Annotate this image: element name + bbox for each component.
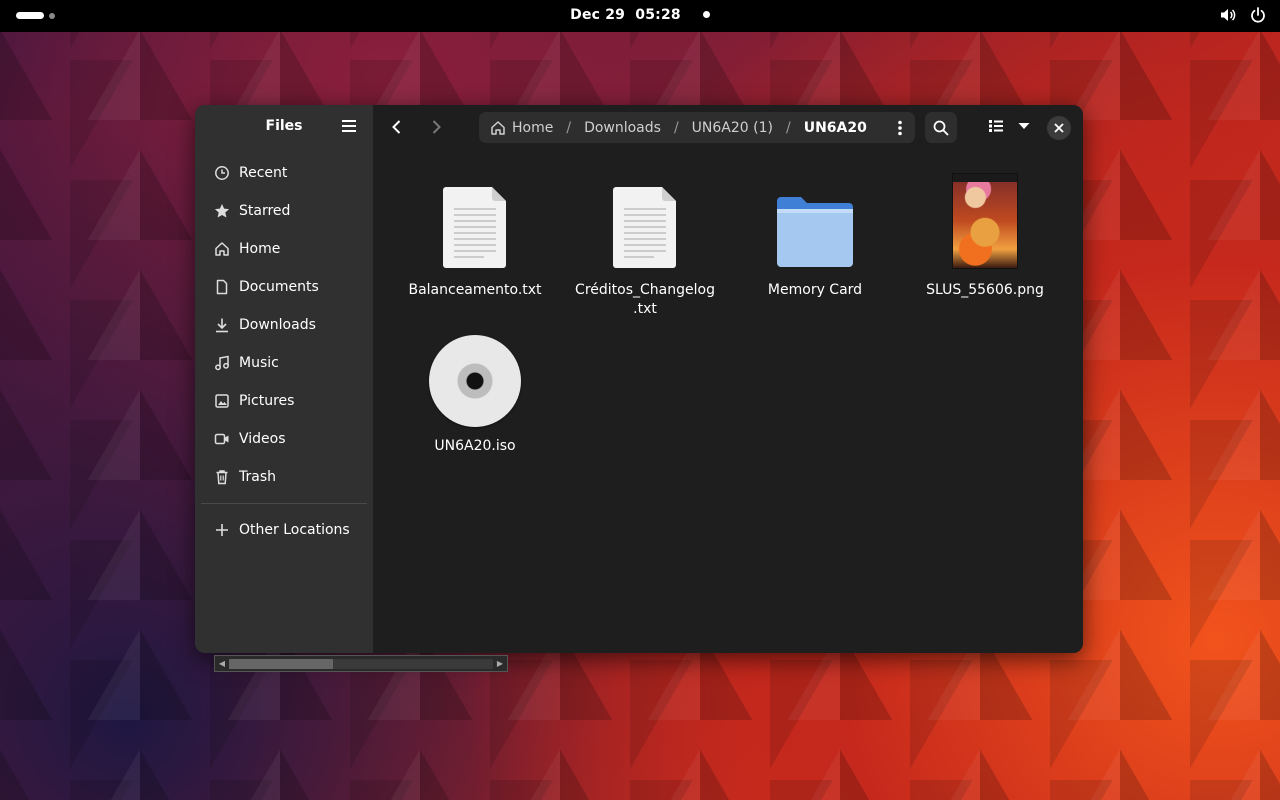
view-list-button[interactable] bbox=[987, 117, 1005, 139]
scroll-right-icon[interactable]: ▶ bbox=[495, 659, 505, 669]
sidebar-item-documents[interactable]: Documents bbox=[195, 268, 373, 306]
search-button[interactable] bbox=[925, 112, 957, 143]
volume-icon bbox=[1221, 9, 1236, 21]
file-name: Memory Card bbox=[767, 282, 863, 298]
notification-dot bbox=[702, 10, 710, 18]
crumb-separator: / bbox=[673, 119, 679, 136]
file-name-line1: Créditos_Changelog bbox=[575, 282, 715, 298]
file-item[interactable]: SLUS_55606.png bbox=[910, 169, 1060, 300]
crumb-label: UN6A20 bbox=[803, 119, 867, 136]
sidebar-item-label: Other Locations bbox=[239, 522, 350, 538]
main-menu-button[interactable] bbox=[340, 118, 360, 136]
back-button[interactable] bbox=[387, 117, 407, 137]
crumb-un6a20-1[interactable]: UN6A20 (1) bbox=[692, 120, 773, 136]
chevron-down-icon bbox=[1018, 123, 1030, 129]
star-icon bbox=[214, 204, 230, 218]
sidebar-item-label: Videos bbox=[239, 431, 286, 447]
header-bar: Home / Downloads / UN6A20 (1) / UN6A20 bbox=[373, 105, 1083, 149]
folder-menu-button[interactable] bbox=[897, 120, 903, 140]
top-bar: Dec 29 05:28 bbox=[0, 0, 1280, 32]
crumb-downloads[interactable]: Downloads bbox=[584, 120, 661, 136]
chevron-right-icon bbox=[432, 120, 441, 134]
crumb-label: UN6A20 (1) bbox=[691, 119, 773, 136]
sidebar-item-label: Pictures bbox=[239, 393, 295, 409]
plus-icon bbox=[216, 524, 228, 536]
sidebar-item-home[interactable]: Home bbox=[195, 230, 373, 268]
sidebar-item-label: Downloads bbox=[239, 317, 316, 333]
system-tray[interactable] bbox=[1220, 7, 1266, 23]
folder-icon bbox=[777, 197, 853, 267]
search-icon bbox=[933, 120, 949, 136]
file-name: Balanceamento.txt bbox=[408, 282, 542, 298]
home-icon bbox=[215, 242, 229, 256]
home-icon bbox=[491, 120, 505, 135]
sidebar-item-label: Music bbox=[239, 355, 279, 371]
file-name-line2: .txt bbox=[633, 301, 657, 317]
sidebar-item-pictures[interactable]: Pictures bbox=[195, 382, 373, 420]
clock-text: Dec 29 05:28 bbox=[570, 7, 681, 23]
download-icon bbox=[216, 318, 228, 333]
sidebar-item-trash[interactable]: Trash bbox=[195, 458, 373, 496]
sidebar-header: Files bbox=[195, 105, 373, 149]
image-thumbnail bbox=[952, 173, 1018, 269]
sidebar-item-label: Home bbox=[239, 241, 281, 257]
main-content: Home / Downloads / UN6A20 (1) / UN6A20 B… bbox=[373, 105, 1083, 653]
file-item[interactable]: Balanceamento.txt bbox=[400, 169, 550, 300]
files-window: Files Recent Starred Home Documents Down… bbox=[195, 105, 1083, 653]
sidebar-item-label: Starred bbox=[239, 203, 291, 219]
text-file-icon bbox=[443, 187, 506, 268]
file-name: UN6A20.iso bbox=[434, 438, 516, 454]
view-options-dropdown[interactable] bbox=[1017, 119, 1031, 137]
disc-image-icon bbox=[429, 335, 521, 427]
scrollbar-thumb[interactable] bbox=[229, 659, 333, 669]
clock-icon bbox=[215, 166, 229, 180]
sidebar-item-videos[interactable]: Videos bbox=[195, 420, 373, 458]
trash-icon bbox=[216, 470, 228, 485]
sidebar-separator bbox=[201, 503, 367, 504]
crumb-label: Downloads bbox=[584, 119, 661, 136]
text-file-icon bbox=[613, 187, 676, 268]
horizontal-scrollbar[interactable]: ◀ ▶ bbox=[214, 655, 508, 672]
file-grid: Balanceamento.txt Créditos_Changelog .tx… bbox=[373, 149, 1083, 653]
sidebar-item-label: Trash bbox=[239, 469, 276, 485]
folder-item[interactable]: Memory Card bbox=[740, 169, 890, 300]
forward-button[interactable] bbox=[426, 117, 446, 137]
power-icon bbox=[1251, 7, 1265, 23]
sidebar-item-other-locations[interactable]: Other Locations bbox=[195, 511, 373, 549]
crumb-un6a20[interactable]: UN6A20 bbox=[804, 120, 867, 136]
close-button[interactable] bbox=[1047, 116, 1071, 140]
close-icon bbox=[1054, 123, 1064, 133]
video-icon bbox=[214, 433, 229, 445]
list-view-icon bbox=[989, 120, 1003, 132]
clock[interactable]: Dec 29 05:28 bbox=[0, 7, 1280, 23]
sidebar-item-music[interactable]: Music bbox=[195, 344, 373, 382]
hamburger-icon bbox=[342, 120, 356, 132]
document-icon bbox=[216, 279, 228, 295]
crumb-home[interactable]: Home bbox=[490, 120, 553, 136]
crumb-label: Home bbox=[512, 119, 554, 136]
sidebar-item-recent[interactable]: Recent bbox=[195, 154, 373, 192]
sidebar: Files Recent Starred Home Documents Down… bbox=[195, 105, 373, 653]
scroll-left-icon[interactable]: ◀ bbox=[217, 659, 227, 669]
sidebar-item-downloads[interactable]: Downloads bbox=[195, 306, 373, 344]
chevron-left-icon bbox=[392, 120, 401, 134]
file-item[interactable]: UN6A20.iso bbox=[400, 335, 550, 456]
sidebar-item-label: Documents bbox=[239, 279, 319, 295]
music-icon bbox=[215, 355, 229, 371]
crumb-separator: / bbox=[785, 119, 791, 136]
path-bar: Home / Downloads / UN6A20 (1) / UN6A20 bbox=[479, 112, 915, 143]
sidebar-item-label: Recent bbox=[239, 165, 288, 181]
file-name: SLUS_55606.png bbox=[926, 282, 1044, 298]
vertical-dots-icon bbox=[898, 120, 902, 136]
file-item[interactable]: Créditos_Changelog .txt bbox=[570, 169, 720, 319]
crumb-separator: / bbox=[566, 119, 572, 136]
sidebar-item-starred[interactable]: Starred bbox=[195, 192, 373, 230]
picture-icon bbox=[215, 394, 229, 408]
